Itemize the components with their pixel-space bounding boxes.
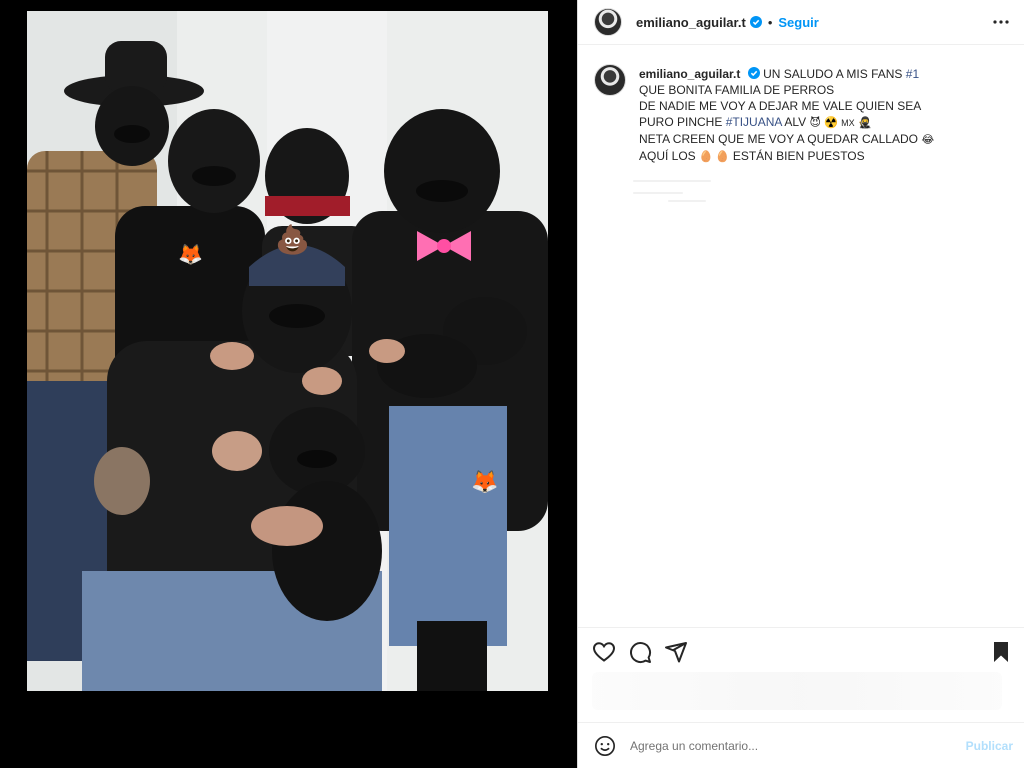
post-header: emiliano_aguilar.t • Seguir xyxy=(578,0,1024,45)
more-horizontal-icon[interactable] xyxy=(991,12,1011,32)
caption-text: ALV xyxy=(784,115,807,129)
caption-area: emiliano_aguilar.t UN SALUDO A MIS FANS … xyxy=(578,46,1024,626)
caption-emoji: 😈 ☢️ xyxy=(809,117,838,129)
caption-line-3: DE NADIE ME VOY A DEJAR ME VALE QUIEN SE… xyxy=(639,99,922,113)
poop-emoji-sticker: 💩 xyxy=(275,223,310,256)
verified-badge-icon xyxy=(749,16,762,28)
post-side-panel: emiliano_aguilar.t • Seguir emiliano_agu… xyxy=(577,0,1024,768)
loading-placeholder xyxy=(668,200,706,202)
caption-line-2: QUE BONITA FAMILIA DE PERROS xyxy=(639,83,835,97)
post-photo-illustration: 🦊 🦊 💩 xyxy=(27,11,548,691)
comment-input[interactable] xyxy=(630,738,930,753)
author-avatar[interactable] xyxy=(594,8,622,36)
caption-line-5: NETA CREEN QUE ME VOY A QUEDAR CALLADO 😂 xyxy=(639,131,1009,148)
author-username[interactable]: emiliano_aguilar.t xyxy=(636,15,746,30)
caption-emoji: 😂 xyxy=(921,134,935,146)
post-photo[interactable]: 🦊 🦊 💩 xyxy=(27,11,548,691)
share-icon[interactable] xyxy=(664,640,688,664)
caption-text: UN SALUDO A MIS FANS xyxy=(763,67,903,81)
follow-button[interactable]: Seguir xyxy=(778,15,818,30)
comment-icon[interactable] xyxy=(628,640,652,664)
media-pane: 🦊 🦊 💩 xyxy=(0,0,577,768)
caption-emoji: 🥷 xyxy=(857,117,872,129)
hashtag-link[interactable]: #TIJUANA xyxy=(726,115,782,129)
caption-line-6: AQUÍ LOS 🥚 🥚 ESTÁN BIEN PUESTOS xyxy=(639,148,1009,165)
loading-placeholder xyxy=(633,192,683,194)
caption-text: ESTÁN BIEN PUESTOS xyxy=(732,149,865,163)
verified-badge-icon xyxy=(747,67,760,79)
separator-dot: • xyxy=(767,14,773,30)
comment-bar: Publicar xyxy=(578,722,1024,768)
publish-button[interactable]: Publicar xyxy=(966,739,1013,753)
post-caption: emiliano_aguilar.t UN SALUDO A MIS FANS … xyxy=(639,66,1009,165)
caption-emoji: 🥚 🥚 xyxy=(699,151,730,163)
fox-emoji-sticker-2: 🦊 xyxy=(471,469,498,494)
heart-icon[interactable] xyxy=(592,640,616,664)
loading-placeholder xyxy=(633,180,711,182)
caption-username[interactable]: emiliano_aguilar.t xyxy=(639,67,740,81)
caption-text: NETA CREEN QUE ME VOY A QUEDAR CALLADO xyxy=(639,132,918,146)
caption-line-4: PURO PINCHE #TIJUANA ALV 😈 ☢️ MX 🥷 xyxy=(639,114,1009,131)
bookmark-icon[interactable] xyxy=(989,640,1013,664)
caption-text: PURO PINCHE xyxy=(639,115,723,129)
caption-text: MX xyxy=(841,118,855,128)
fox-emoji-sticker: 🦊 xyxy=(178,243,203,266)
caption-avatar[interactable] xyxy=(594,64,626,96)
emoji-icon[interactable] xyxy=(594,735,616,757)
hashtag-link[interactable]: #1 xyxy=(906,67,919,81)
likes-placeholder xyxy=(592,672,1002,710)
caption-text: AQUÍ LOS xyxy=(639,149,696,163)
caption-line-1: emiliano_aguilar.t UN SALUDO A MIS FANS … xyxy=(639,66,1009,82)
action-bar xyxy=(578,627,1024,673)
